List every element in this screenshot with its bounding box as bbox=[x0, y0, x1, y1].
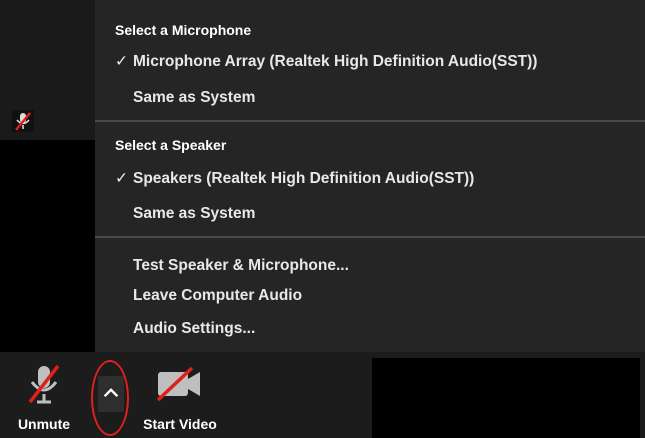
unmute-label: Unmute bbox=[17, 416, 71, 432]
menu-divider bbox=[95, 236, 645, 238]
menu-item-leave-computer-audio[interactable]: Leave Computer Audio bbox=[115, 282, 635, 310]
checkmark-icon: ✓ bbox=[115, 53, 128, 70]
video-preview-panel bbox=[372, 358, 640, 438]
participant-video-tile bbox=[0, 0, 100, 140]
menu-item-test-speaker-microphone[interactable]: Test Speaker & Microphone... bbox=[115, 252, 635, 280]
mic-off-icon bbox=[28, 364, 60, 404]
menu-item-label: Test Speaker & Microphone... bbox=[133, 257, 349, 274]
menu-item-speaker-same-as-system[interactable]: Same as System bbox=[115, 200, 635, 228]
menu-item-label: Audio Settings... bbox=[133, 320, 256, 337]
highlight-ring bbox=[91, 360, 129, 436]
microphone-section-header: Select a Microphone bbox=[115, 22, 252, 38]
menu-item-label: Same as System bbox=[133, 205, 256, 222]
start-video-label: Start Video bbox=[143, 416, 217, 432]
unmute-button[interactable]: Unmute bbox=[8, 352, 80, 438]
menu-item-label: Microphone Array (Realtek High Definitio… bbox=[133, 53, 538, 70]
menu-item-microphone-same-as-system[interactable]: Same as System bbox=[115, 84, 635, 112]
audio-options-menu: Select a Microphone ✓ Microphone Array (R… bbox=[95, 0, 645, 352]
menu-item-label: Speakers (Realtek High Definition Audio(… bbox=[133, 170, 475, 187]
menu-divider bbox=[95, 120, 645, 122]
start-video-button[interactable]: Start Video bbox=[132, 352, 228, 438]
mic-off-icon bbox=[12, 110, 34, 132]
video-off-icon bbox=[156, 366, 200, 402]
checkmark-icon: ✓ bbox=[115, 170, 128, 187]
menu-item-audio-settings[interactable]: Audio Settings... bbox=[115, 315, 635, 343]
menu-item-label: Leave Computer Audio bbox=[133, 287, 303, 304]
menu-item-label: Same as System bbox=[133, 89, 256, 106]
menu-item-microphone-array[interactable]: ✓ Microphone Array (Realtek High Definiti… bbox=[115, 48, 635, 76]
menu-item-speakers[interactable]: ✓ Speakers (Realtek High Definition Audio… bbox=[115, 165, 635, 193]
speaker-section-header: Select a Speaker bbox=[115, 137, 227, 153]
